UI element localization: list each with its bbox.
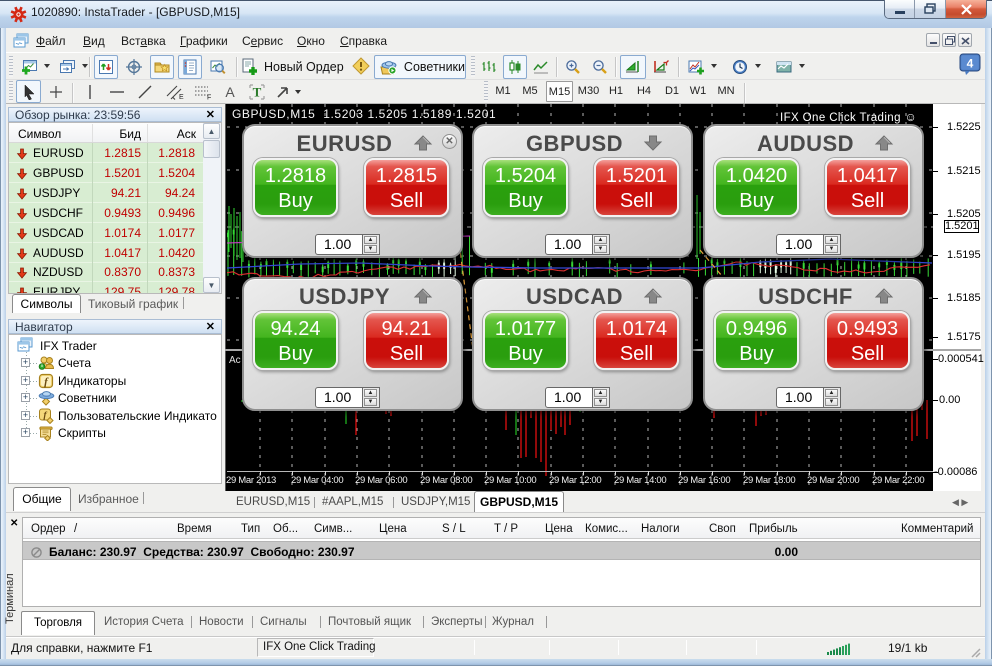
svg-text:T: T	[253, 84, 262, 99]
svg-text:E: E	[179, 94, 184, 100]
svg-text:A: A	[225, 84, 235, 100]
svg-text:F: F	[207, 94, 211, 100]
svg-text:4: 4	[967, 57, 974, 71]
